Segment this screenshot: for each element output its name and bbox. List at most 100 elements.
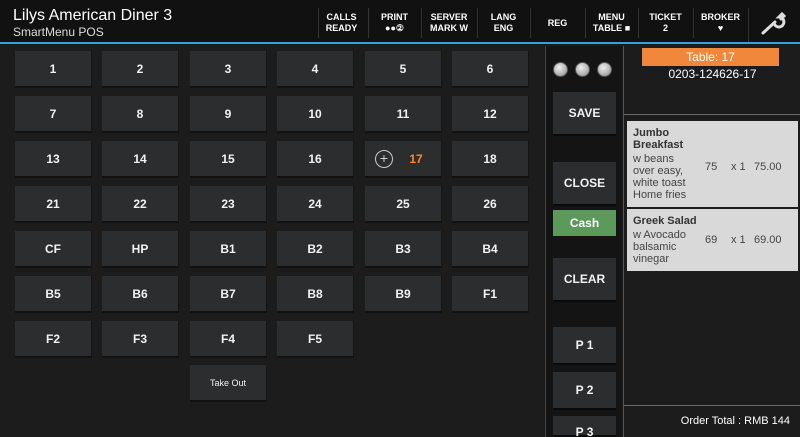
table-button[interactable]: 25 <box>365 186 442 223</box>
p1-button[interactable]: P 1 <box>553 327 616 365</box>
app-title: Lilys American Diner 3 <box>13 7 173 24</box>
broker-label: BROKER <box>700 12 740 22</box>
ticket-button[interactable]: TICKET 2 <box>638 8 692 38</box>
ticket-id: 0203-124626-17 <box>668 67 757 81</box>
item-qty: x 1 <box>731 161 746 173</box>
item-name: Jumbo Breakfast <box>633 127 699 151</box>
table-button[interactable]: 7 <box>15 96 92 133</box>
table-button[interactable]: 12 <box>452 96 529 133</box>
table-button[interactable]: 4 <box>277 51 354 88</box>
item-desc-line: over easy, <box>633 165 683 177</box>
order-item[interactable]: Greek Salad w Avocado balsamic vinegar 6… <box>627 209 798 271</box>
language-button[interactable]: LANG ENG <box>477 8 529 38</box>
p3-button[interactable]: P 3 <box>553 416 616 437</box>
item-description: w Avocado balsamic vinegar <box>633 229 699 265</box>
print-button[interactable]: PRINT ●●② <box>368 8 420 38</box>
table-button[interactable]: B9 <box>365 276 442 313</box>
broker-heart: ♥ <box>717 23 724 33</box>
table-button[interactable]: 8 <box>102 96 179 133</box>
table-button[interactable]: 6 <box>452 51 529 88</box>
add-circle-icon: + <box>375 150 393 168</box>
reg-button[interactable]: REG <box>530 8 584 38</box>
table-button[interactable]: 3 <box>190 51 267 88</box>
item-name-line: Breakfast <box>633 139 684 151</box>
broker-button[interactable]: BROKER ♥ <box>693 8 747 38</box>
order-item[interactable]: Jumbo Breakfast w beans over easy, white… <box>627 121 798 207</box>
status-light-icon <box>553 62 568 77</box>
table-button[interactable]: F5 <box>277 321 354 358</box>
table-button[interactable]: F2 <box>15 321 92 358</box>
table-button[interactable]: F4 <box>190 321 267 358</box>
item-name-line: Jumbo <box>633 127 670 139</box>
item-desc-line: w beans <box>633 153 674 165</box>
print-status: ●●② <box>385 23 404 33</box>
table-button[interactable]: F1 <box>452 276 529 313</box>
clear-button[interactable]: CLEAR <box>553 258 616 302</box>
table-button[interactable]: 13 <box>15 141 92 178</box>
item-desc-line: w Avocado <box>633 229 687 241</box>
table-button[interactable]: B7 <box>190 276 267 313</box>
server-button[interactable]: SERVER MARK W <box>421 8 476 38</box>
status-light-icon <box>575 62 590 77</box>
table-badge: Table: 17 <box>642 48 779 66</box>
table-button[interactable]: 5 <box>365 51 442 88</box>
table-button[interactable]: 18 <box>452 141 529 178</box>
table-button[interactable]: B1 <box>190 231 267 268</box>
table-grid: 1 2 3 4 5 6 7 8 9 10 11 12 13 14 15 16 +… <box>0 46 544 437</box>
table-button[interactable]: 24 <box>277 186 354 223</box>
table-button[interactable]: 23 <box>190 186 267 223</box>
ticket-label: TICKET <box>649 12 682 22</box>
table-button[interactable]: 1 <box>15 51 92 88</box>
table-button[interactable]: 22 <box>102 186 179 223</box>
table-button[interactable]: 2 <box>102 51 179 88</box>
table-button[interactable]: 15 <box>190 141 267 178</box>
calls-label: CALLS <box>326 12 357 22</box>
wrench-icon <box>761 12 787 35</box>
table-button[interactable]: 10 <box>277 96 354 133</box>
action-panel: SAVE CLOSE Cash CLEAR P 1 P 2 P 3 <box>545 46 622 437</box>
close-button[interactable]: CLOSE <box>553 162 616 206</box>
item-description: w beans over easy, white toast Home frie… <box>633 153 699 201</box>
item-total: 69.00 <box>754 234 782 246</box>
table-button[interactable]: 16 <box>277 141 354 178</box>
table-button[interactable]: B8 <box>277 276 354 313</box>
status-light-icon <box>597 62 612 77</box>
cash-button[interactable]: Cash <box>553 210 616 236</box>
item-name: Greek Salad <box>633 215 753 227</box>
table-button[interactable]: B6 <box>102 276 179 313</box>
settings-button[interactable] <box>748 8 800 42</box>
table-button[interactable]: 11 <box>365 96 442 133</box>
p2-button[interactable]: P 2 <box>553 372 616 410</box>
server-name: MARK W <box>430 23 468 33</box>
app-subtitle: SmartMenu POS <box>13 25 104 39</box>
table-button[interactable]: HP <box>102 231 179 268</box>
ticket-count: 2 <box>662 23 668 33</box>
calls-ready-button[interactable]: CALLS READY <box>318 8 364 38</box>
order-list: Jumbo Breakfast w beans over easy, white… <box>624 114 800 406</box>
table-button-active[interactable]: + 17 <box>365 141 442 178</box>
menu-table-button[interactable]: MENU TABLE ■ <box>585 8 637 38</box>
table-button[interactable]: CF <box>15 231 92 268</box>
take-out-button[interactable]: Take Out <box>190 365 267 402</box>
language-label: LANG <box>490 12 517 22</box>
server-label: SERVER <box>430 12 468 22</box>
table-button[interactable]: B2 <box>277 231 354 268</box>
menu-label: MENU <box>598 12 625 22</box>
item-desc-line: vinegar <box>633 253 670 265</box>
reg-label: REG <box>547 18 568 28</box>
language-value: ENG <box>493 23 514 33</box>
table-button[interactable]: B4 <box>452 231 529 268</box>
table-button[interactable]: F3 <box>102 321 179 358</box>
table-button[interactable]: B5 <box>15 276 92 313</box>
item-price: 75 <box>705 161 718 173</box>
save-button[interactable]: SAVE <box>553 92 616 136</box>
table-button[interactable]: 14 <box>102 141 179 178</box>
item-qty: x 1 <box>731 234 746 246</box>
table-button[interactable]: 9 <box>190 96 267 133</box>
table-button[interactable]: 21 <box>15 186 92 223</box>
print-label: PRINT <box>381 12 408 22</box>
app-header: Lilys American Diner 3 SmartMenu POS CAL… <box>0 0 800 44</box>
table-button[interactable]: B3 <box>365 231 442 268</box>
table-button[interactable]: 26 <box>452 186 529 223</box>
item-desc-line: Home fries <box>633 189 687 201</box>
